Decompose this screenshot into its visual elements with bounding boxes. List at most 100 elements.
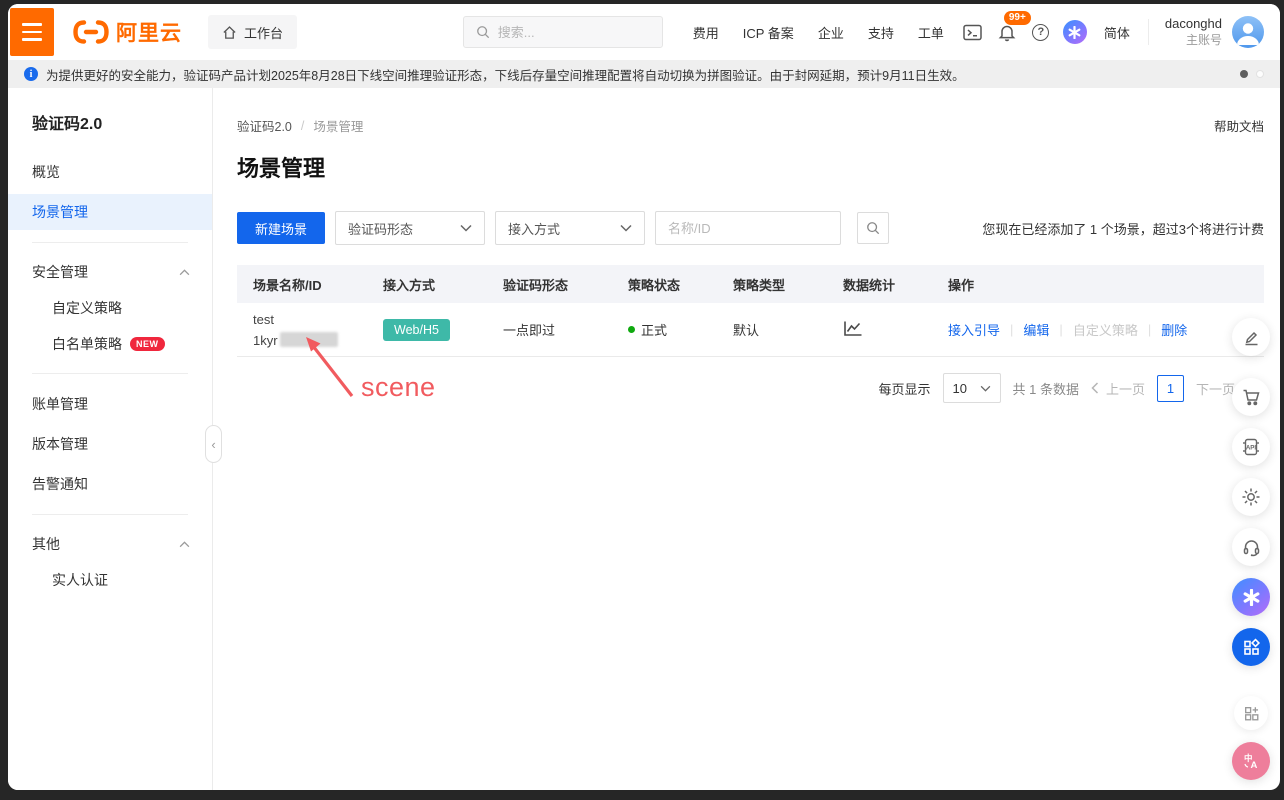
current-page-button[interactable]: 1 (1157, 375, 1184, 402)
headset-icon (1242, 538, 1261, 557)
help-button[interactable]: ? (1024, 15, 1058, 49)
home-icon (222, 25, 237, 40)
action-edit[interactable]: 编辑 (1023, 320, 1049, 339)
sidebar-item-real-person-auth-label: 实人认证 (52, 570, 108, 590)
breadcrumb-separator (301, 119, 304, 133)
action-delete[interactable]: 删除 (1161, 320, 1187, 339)
aliyun-logo-text: 阿里云 (116, 17, 182, 47)
grid-plus-icon (1243, 705, 1260, 722)
workspace-label: 工作台 (244, 23, 283, 42)
aliyun-logo-icon (72, 20, 110, 44)
help-doc-link[interactable]: 帮助文档 (1214, 116, 1264, 135)
per-page-select[interactable]: 10 (943, 373, 1001, 403)
translate-icon: 中A (1241, 751, 1261, 771)
redacted-id (280, 332, 338, 347)
search-icon (476, 25, 490, 39)
api-icon: API (1241, 437, 1261, 457)
sidebar-item-scene-management[interactable]: 场景管理 (8, 194, 212, 230)
header-search[interactable] (463, 16, 663, 48)
scene-id: 1kyr (253, 333, 278, 348)
language-switch[interactable]: 简体 (1092, 23, 1142, 42)
row-actions: 接入引导 编辑 自定义策略 删除 (948, 320, 1264, 339)
col-captcha-form: 验证码形态 (503, 275, 628, 294)
announcement-dots[interactable] (1240, 70, 1264, 78)
table-row: test 1kyr Web/H5 一点即过 正式 默认 接入引导 (237, 303, 1264, 357)
ai-assistant-floating-button[interactable] (1232, 578, 1270, 616)
prev-page-button[interactable]: 上一页 (1091, 379, 1145, 398)
chevron-left-icon (1091, 382, 1099, 394)
notifications-button[interactable]: 99+ (990, 15, 1024, 49)
sidebar-item-custom-policy[interactable]: 自定义策略 (8, 291, 212, 325)
chevron-down-icon (460, 224, 472, 232)
user-account[interactable]: daconghd 主账号 (1155, 16, 1280, 48)
announcement-bar: i 为提供更好的安全能力，验证码产品计划2025年8月28日下线空间推理验证形态… (8, 60, 1280, 88)
settings-button[interactable] (1232, 478, 1270, 516)
scene-name-cell: test 1kyr (253, 309, 383, 351)
status-dot-icon (628, 326, 635, 333)
aliyun-logo[interactable]: 阿里云 (72, 17, 182, 47)
nav-support[interactable]: 支持 (856, 23, 906, 42)
col-policy-type: 策略类型 (733, 275, 843, 294)
sidebar-group-other[interactable]: 其他 (8, 527, 212, 561)
sidebar-item-overview[interactable]: 概览 (8, 154, 212, 190)
question-icon: ? (1032, 24, 1049, 41)
quota-hint: 您现在已经添加了 1 个场景，超过3个将进行计费 (982, 219, 1264, 238)
gear-icon (1241, 487, 1261, 507)
access-method-select[interactable]: 接入方式 (495, 211, 645, 245)
breadcrumb-current: 场景管理 (313, 116, 363, 135)
access-method-select-label: 接入方式 (508, 219, 560, 238)
per-page-value: 10 (953, 381, 967, 396)
sidebar-collapse-handle[interactable]: ‹ (205, 425, 222, 463)
sidebar-item-real-person-auth[interactable]: 实人认证 (8, 563, 212, 597)
sidebar-item-version-management[interactable]: 版本管理 (8, 426, 212, 462)
col-actions: 操作 (948, 275, 1264, 294)
next-page-label: 下一页 (1196, 379, 1235, 398)
name-id-input[interactable] (655, 211, 841, 245)
captcha-form-select[interactable]: 验证码形态 (335, 211, 485, 245)
scene-name: test (253, 309, 383, 330)
svg-text:A: A (1251, 760, 1258, 771)
chevron-down-icon (620, 224, 632, 232)
search-button[interactable] (857, 212, 889, 244)
breadcrumb-root[interactable]: 验证码2.0 (237, 116, 292, 135)
chevron-down-icon (980, 385, 991, 392)
support-button[interactable] (1232, 528, 1270, 566)
nav-billing[interactable]: 费用 (681, 23, 731, 42)
hamburger-menu-button[interactable] (10, 8, 54, 56)
ai-asterisk-icon (1243, 589, 1260, 606)
ai-assistant-button[interactable] (1058, 15, 1092, 49)
apps-panel-button[interactable] (1232, 628, 1270, 666)
policy-type-value: 默认 (733, 320, 843, 339)
action-separator (1148, 322, 1151, 337)
workspace-button[interactable]: 工作台 (208, 15, 297, 49)
sidebar-item-whitelist-policy[interactable]: 白名单策略 NEW (8, 327, 212, 361)
apps-grid-icon (1242, 638, 1261, 657)
sidebar-item-billing-management[interactable]: 账单管理 (8, 386, 212, 422)
dot-active[interactable] (1240, 70, 1248, 78)
access-badge: Web/H5 (383, 319, 450, 341)
user-role: 主账号 (1186, 32, 1222, 48)
search-input[interactable] (498, 25, 638, 40)
nav-tickets[interactable]: 工单 (906, 23, 956, 42)
translate-button[interactable]: 中A (1232, 742, 1270, 780)
sidebar-item-custom-policy-label: 自定义策略 (52, 298, 122, 318)
dot-inactive[interactable] (1256, 70, 1264, 78)
svg-text:API: API (1246, 444, 1257, 451)
avatar[interactable] (1232, 16, 1264, 48)
cart-button[interactable] (1232, 378, 1270, 416)
action-separator (1059, 322, 1062, 337)
action-custom-policy: 自定义策略 (1073, 320, 1138, 339)
sidebar-item-alert-notification[interactable]: 告警通知 (8, 466, 212, 502)
action-access-guide[interactable]: 接入引导 (948, 320, 1000, 339)
nav-enterprise[interactable]: 企业 (806, 23, 856, 42)
feedback-edit-button[interactable] (1232, 318, 1270, 356)
create-scene-button[interactable]: 新建场景 (237, 212, 325, 244)
chevron-up-icon (179, 541, 190, 548)
api-button[interactable]: API (1232, 428, 1270, 466)
line-chart-icon[interactable] (843, 320, 863, 337)
sidebar-group-security[interactable]: 安全管理 (8, 255, 212, 289)
captcha-form-select-label: 验证码形态 (348, 219, 413, 238)
cloudshell-button[interactable] (956, 15, 990, 49)
widgets-button[interactable] (1234, 696, 1268, 730)
nav-icp[interactable]: ICP 备案 (731, 23, 806, 42)
